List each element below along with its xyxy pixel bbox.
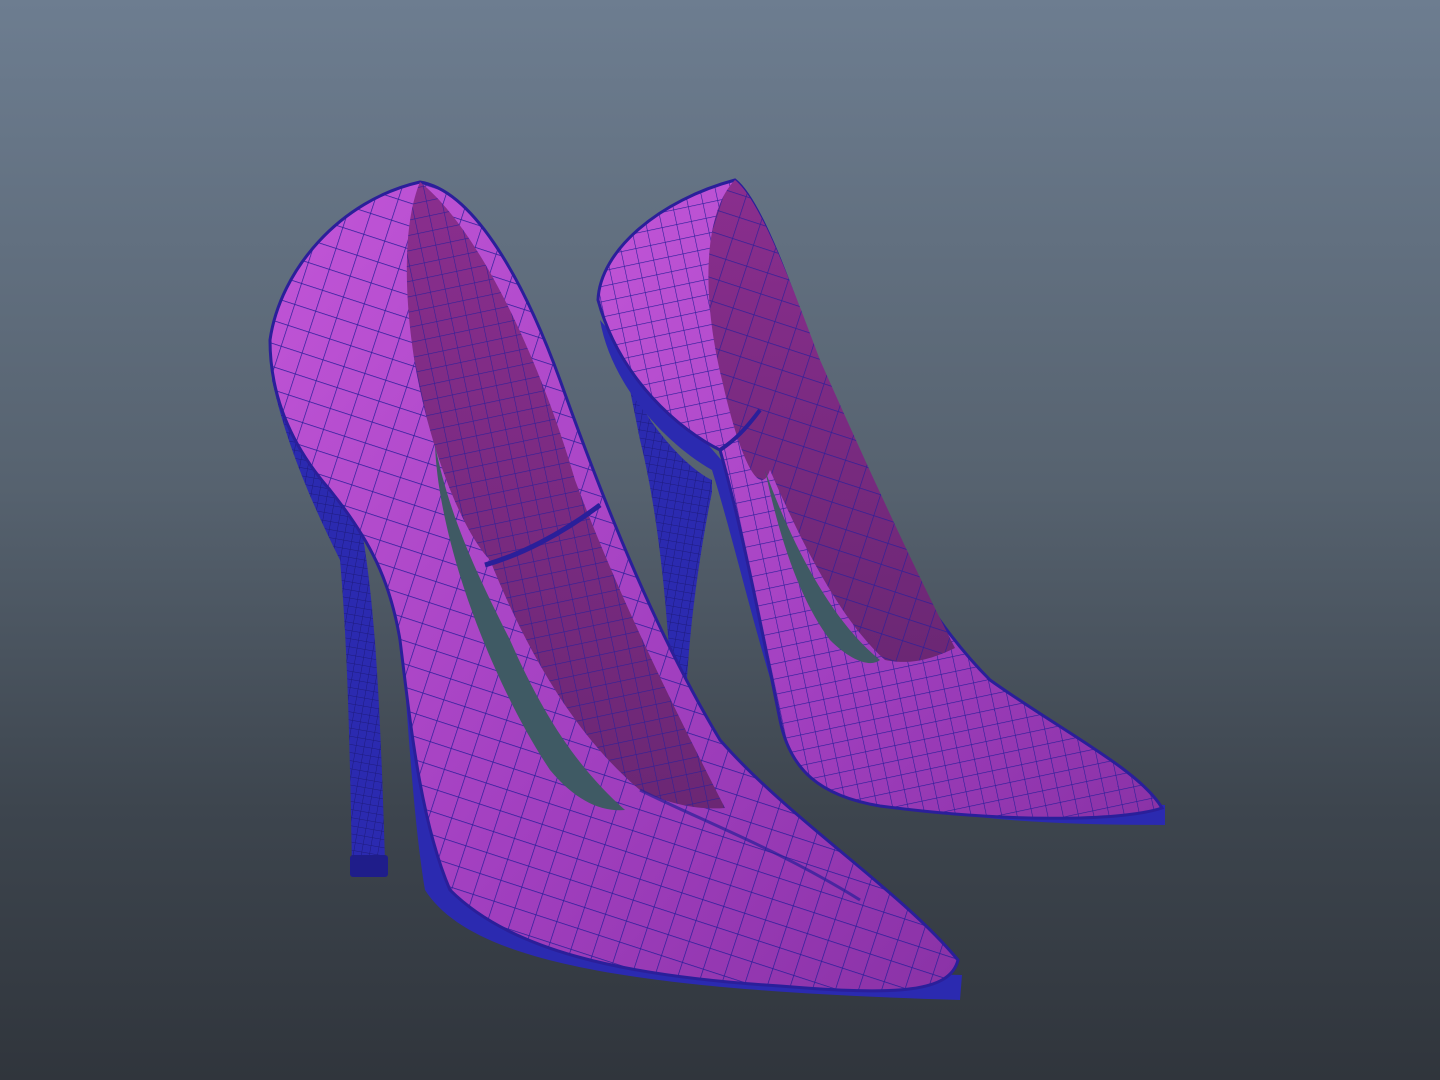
left-shoe-heel-tip [350,855,388,877]
3d-viewport[interactable] [0,0,1440,1080]
viewport-scene[interactable] [0,0,1440,1080]
